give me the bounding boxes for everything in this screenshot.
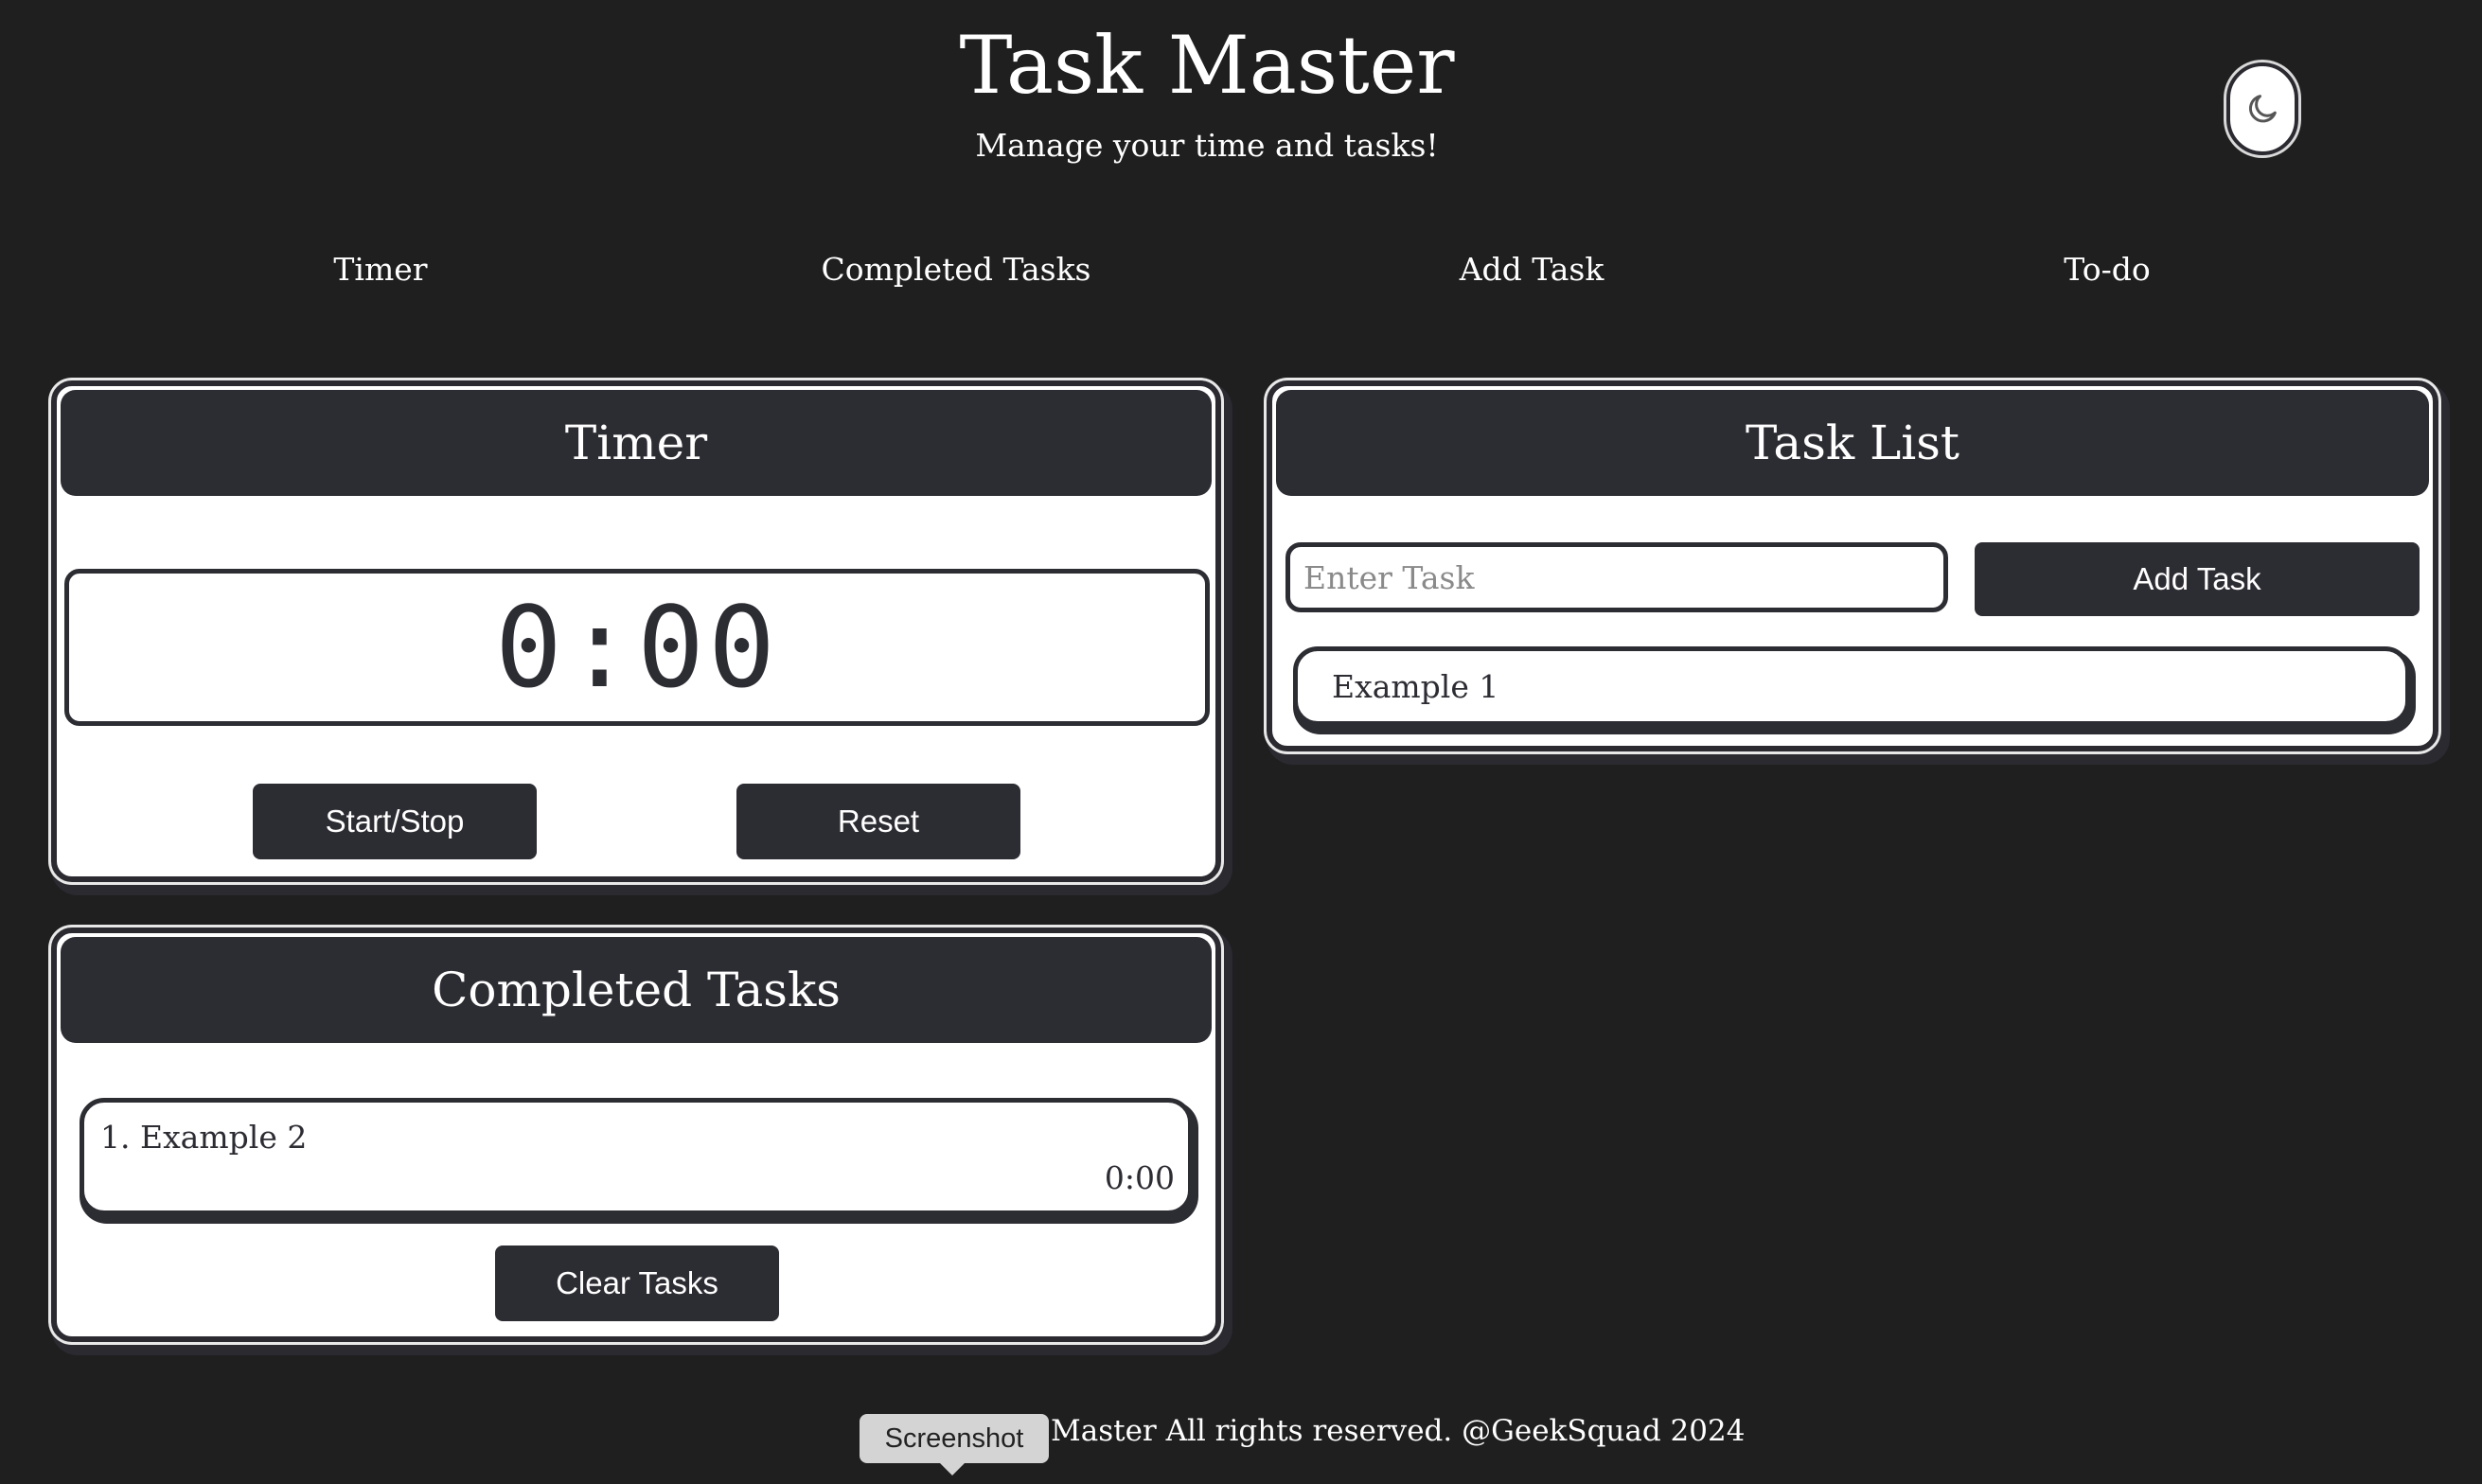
completed-task-item: 1. Example 2 0:00 (80, 1098, 1193, 1215)
nav-item-to-do[interactable]: To-do (1823, 251, 2391, 288)
completed-tasks-card-title: Completed Tasks (61, 937, 1212, 1043)
task-list-card: Task List Enter Task Add Task Example 1 (1267, 380, 2438, 751)
start-stop-button[interactable]: Start/Stop (253, 784, 537, 859)
completed-tasks-card: Completed Tasks 1. Example 2 0:00 Clear … (51, 928, 1221, 1342)
page-title: Task Master (959, 19, 1455, 112)
add-task-button[interactable]: Add Task (1975, 542, 2420, 616)
timer-card: Timer 0:00 Start/Stop Reset (51, 380, 1221, 882)
completed-task-name: 1. Example 2 (100, 1119, 308, 1156)
tooltip-arrow (939, 1462, 966, 1475)
nav-item-add-task[interactable]: Add Task (1248, 251, 1816, 288)
task-input[interactable]: Enter Task (1285, 542, 1948, 612)
clear-tasks-button[interactable]: Clear Tasks (495, 1246, 779, 1321)
reset-button[interactable]: Reset (736, 784, 1020, 859)
page-subtitle: Manage your time and tasks! (975, 127, 1439, 164)
screenshot-tooltip: Screenshot (860, 1414, 1049, 1463)
footer-text: Master All rights reserved. @GeekSquad 2… (1051, 1414, 1746, 1448)
nav-item-completed-tasks[interactable]: Completed Tasks (672, 251, 1240, 288)
task-list-item-label: Example 1 (1332, 667, 1499, 705)
timer-display: 0:00 (64, 569, 1210, 726)
completed-task-time: 0:00 (1104, 1159, 1175, 1196)
task-list-item[interactable]: Example 1 (1293, 646, 2410, 726)
tooltip-text: Screenshot (884, 1422, 1024, 1454)
timer-card-title: Timer (61, 390, 1212, 496)
theme-toggle-button[interactable] (2226, 62, 2298, 155)
task-list-card-title: Task List (1276, 390, 2429, 496)
nav-item-timer[interactable]: Timer (97, 251, 665, 288)
main-nav: Timer Completed Tasks Add Task To-do (0, 251, 2482, 298)
moon-icon (2248, 95, 2277, 123)
